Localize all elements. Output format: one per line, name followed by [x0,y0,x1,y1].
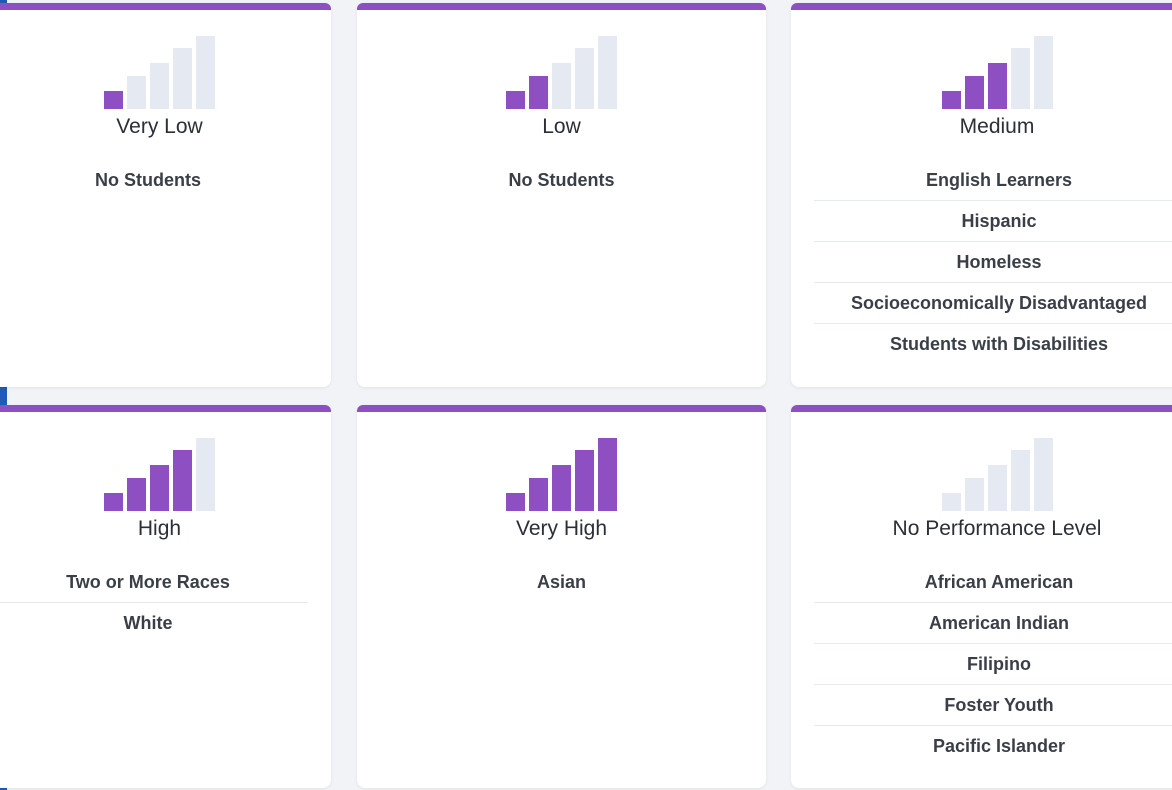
student-group-item: Homeless [814,242,1172,283]
level-bar-5 [598,36,617,109]
student-group-item: Students with Disabilities [889,334,1109,354]
level-bar-2 [964,478,984,511]
student-group-list: No Students [0,160,308,200]
level-bar-3 [150,63,169,109]
student-group-list: Two or More Races White [0,562,308,643]
performance-level-bars [104,33,215,109]
student-group-list: African American American Indian Filipino F… [814,562,1172,766]
student-group-item: White [123,613,173,633]
performance-card-very-high: Very High Asian [357,405,766,788]
level-bar-1 [941,493,961,511]
level-bar-1 [506,91,525,109]
level-bar-1 [104,91,123,109]
student-group-item: Filipino [814,644,1172,685]
level-bar-5 [196,438,215,511]
performance-card-no-performance-level: No Performance Level African American Amer… [791,405,1172,788]
performance-level-bars [104,435,215,511]
performance-card-high: High Two or More Races White [0,405,331,788]
level-bar-2 [529,478,548,511]
student-group-item: Foster Youth [814,685,1172,726]
student-group-item: No Students [508,170,615,190]
level-bar-4 [1010,450,1030,511]
student-group-item: American Indian [814,603,1172,644]
performance-level-bars [941,435,1053,511]
level-bar-4 [173,48,192,109]
performance-level-bars [506,33,617,109]
level-bar-4 [173,450,192,511]
performance-level-label: Medium [959,115,1035,138]
level-bar-5 [1033,438,1053,511]
level-bar-2 [529,76,548,109]
level-bar-3 [150,465,169,511]
performance-level-label: No Performance Level [892,517,1102,540]
student-group-list: English Learners Hispanic Homeless Socioeco… [814,160,1172,364]
student-group-item: Socioeconomically Disadvantaged [814,283,1172,324]
level-bar-3 [552,465,571,511]
student-group-item: English Learners [814,160,1172,201]
student-group-item: Hispanic [814,201,1172,242]
level-bar-2 [964,76,984,109]
performance-level-label: High [137,517,182,540]
student-group-item: Asian [536,572,587,592]
student-group-item: Pacific Islander [932,736,1066,756]
performance-card-medium: Medium English Learners Hispanic Homeless So… [791,3,1172,387]
level-bar-3 [987,63,1007,109]
student-group-item: No Students [95,170,201,190]
student-group-list: Asian [357,562,766,602]
performance-level-bars [941,33,1053,109]
level-bar-2 [127,478,146,511]
performance-level-label: Very Low [116,115,203,138]
level-bar-1 [104,493,123,511]
level-bar-1 [941,91,961,109]
performance-card-very-low: Very Low No Students [0,3,331,387]
level-bar-5 [1033,36,1053,109]
level-bar-1 [506,493,525,511]
level-bar-5 [196,36,215,109]
level-bar-4 [575,450,594,511]
performance-level-label: Low [542,115,581,138]
student-group-item: Two or More Races [0,562,308,603]
performance-card-low: Low No Students [357,3,766,387]
level-bar-4 [575,48,594,109]
student-group-item: African American [814,562,1172,603]
performance-level-label: Very High [515,517,608,540]
level-bar-3 [552,63,571,109]
level-bar-5 [598,438,617,511]
level-bar-4 [1010,48,1030,109]
level-bar-2 [127,76,146,109]
performance-level-bars [506,435,617,511]
student-group-list: No Students [357,160,766,200]
level-bar-3 [987,465,1007,511]
